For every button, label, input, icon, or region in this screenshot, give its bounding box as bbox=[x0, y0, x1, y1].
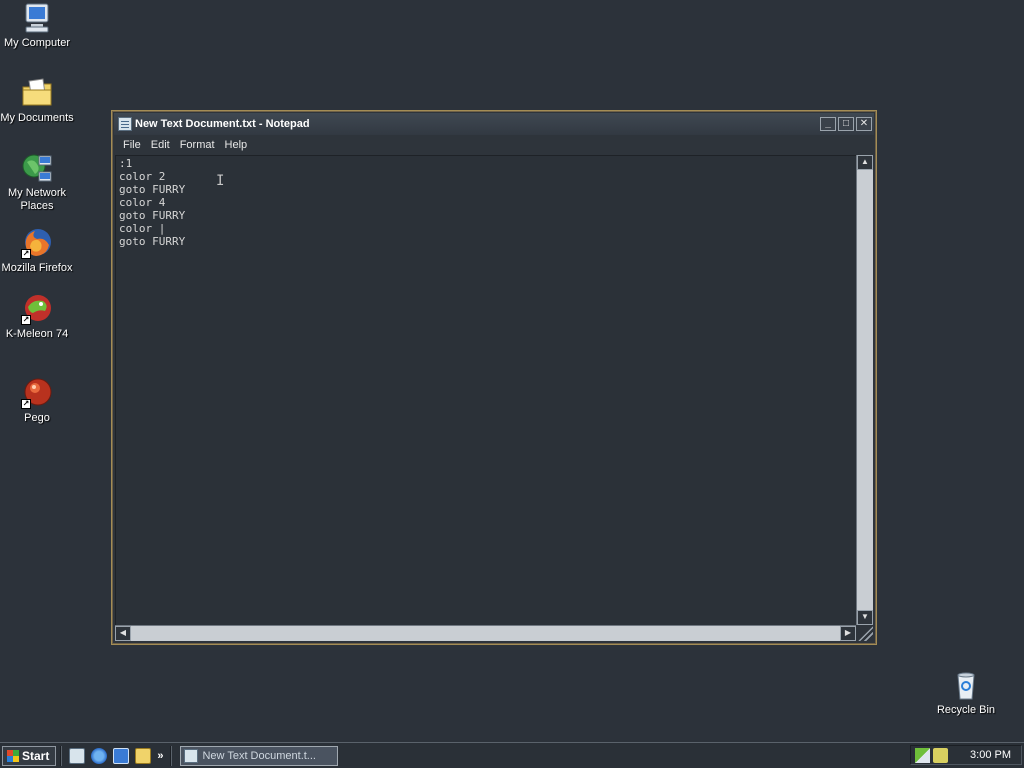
scroll-up-button[interactable]: ▲ bbox=[857, 155, 873, 170]
desktop-icon-label: My Documents bbox=[0, 112, 74, 124]
taskbar: Start » New Text Document.t... 3:00 PM bbox=[0, 742, 1024, 768]
notepad-icon[interactable] bbox=[118, 117, 132, 131]
clock[interactable]: 3:00 PM bbox=[970, 749, 1011, 761]
minimize-button[interactable]: _ bbox=[820, 117, 836, 131]
internet-explorer-icon[interactable] bbox=[91, 747, 108, 764]
shortcut-arrow-icon: ↗ bbox=[21, 315, 31, 325]
desktop-icon-pego[interactable]: ↗ Pego bbox=[0, 377, 74, 425]
desktop-icon-recycle-bin[interactable]: Recycle Bin bbox=[929, 669, 1003, 717]
maximize-button[interactable]: □ bbox=[838, 117, 854, 131]
resize-grip[interactable] bbox=[856, 625, 873, 641]
menu-edit[interactable]: Edit bbox=[146, 136, 175, 154]
outlook-express-icon[interactable] bbox=[113, 747, 130, 764]
menu-help[interactable]: Help bbox=[220, 136, 253, 154]
menu-format[interactable]: Format bbox=[175, 136, 220, 154]
title-bar[interactable]: New Text Document.txt - Notepad _ □ ✕ bbox=[114, 113, 874, 135]
taskbar-notepad-button[interactable]: New Text Document.t... bbox=[180, 745, 339, 766]
my-documents-icon bbox=[21, 77, 53, 109]
menu-file[interactable]: File bbox=[118, 136, 146, 154]
k-meleon-icon: ↗ bbox=[21, 293, 53, 325]
shortcut-arrow-icon: ↗ bbox=[21, 249, 31, 259]
my-computer-icon bbox=[21, 2, 53, 34]
text-editor[interactable]: :1 color 2 goto FURRY color 4 goto FURRY… bbox=[115, 155, 856, 625]
desktop-icon-label: My Network Places bbox=[7, 187, 67, 212]
vertical-scrollbar[interactable]: ▲ ▼ bbox=[856, 155, 873, 625]
desktop-icon-label: Mozilla Firefox bbox=[1, 262, 73, 274]
volume-icon[interactable] bbox=[933, 747, 948, 763]
show-desktop-icon[interactable] bbox=[69, 747, 86, 764]
my-network-places-icon bbox=[21, 152, 53, 184]
desktop-icon-label: Recycle Bin bbox=[936, 704, 996, 716]
start-button[interactable]: Start bbox=[2, 745, 57, 766]
scroll-left-button[interactable]: ◀ bbox=[115, 626, 131, 641]
notepad-icon bbox=[184, 748, 199, 763]
desktop-icon-mozilla-firefox[interactable]: ↗ Mozilla Firefox bbox=[0, 227, 74, 275]
window-title: New Text Document.txt - Notepad bbox=[135, 118, 310, 130]
quick-launch-overflow[interactable]: » bbox=[157, 750, 163, 762]
network-icon[interactable] bbox=[915, 747, 930, 763]
desktop-icon-label: My Computer bbox=[3, 37, 71, 49]
shortcut-arrow-icon: ↗ bbox=[21, 399, 31, 409]
desktop-icon-my-network-places[interactable]: My Network Places bbox=[0, 152, 74, 213]
taskbar-separator bbox=[170, 745, 173, 766]
start-label: Start bbox=[22, 748, 50, 763]
taskbar-separator bbox=[60, 745, 63, 766]
pego-icon: ↗ bbox=[21, 377, 53, 409]
text-cursor-icon: I bbox=[216, 173, 225, 189]
windows-logo-icon bbox=[7, 749, 19, 762]
windows-explorer-icon[interactable] bbox=[135, 747, 152, 764]
desktop-icon-label: Pego bbox=[24, 412, 50, 424]
desktop-icon-my-computer[interactable]: My Computer bbox=[0, 2, 74, 50]
menu-bar: File Edit Format Help bbox=[114, 135, 874, 155]
firefox-icon: ↗ bbox=[21, 227, 53, 259]
scroll-down-button[interactable]: ▼ bbox=[857, 610, 873, 625]
desktop-icon-my-documents[interactable]: My Documents bbox=[0, 77, 74, 125]
recycle-bin-icon bbox=[950, 669, 982, 701]
system-tray: 3:00 PM bbox=[910, 745, 1022, 765]
scroll-right-button[interactable]: ▶ bbox=[840, 626, 856, 641]
task-label: New Text Document.t... bbox=[202, 749, 316, 762]
notepad-window[interactable]: New Text Document.txt - Notepad _ □ ✕ Fi… bbox=[111, 110, 877, 645]
horizontal-scrollbar[interactable]: ◀ ▶ bbox=[115, 625, 856, 641]
desktop-icon-k-meleon[interactable]: ↗ K-Meleon 74 bbox=[0, 293, 74, 341]
desktop-icon-label: K-Meleon 74 bbox=[5, 328, 69, 340]
close-button[interactable]: ✕ bbox=[856, 117, 872, 131]
